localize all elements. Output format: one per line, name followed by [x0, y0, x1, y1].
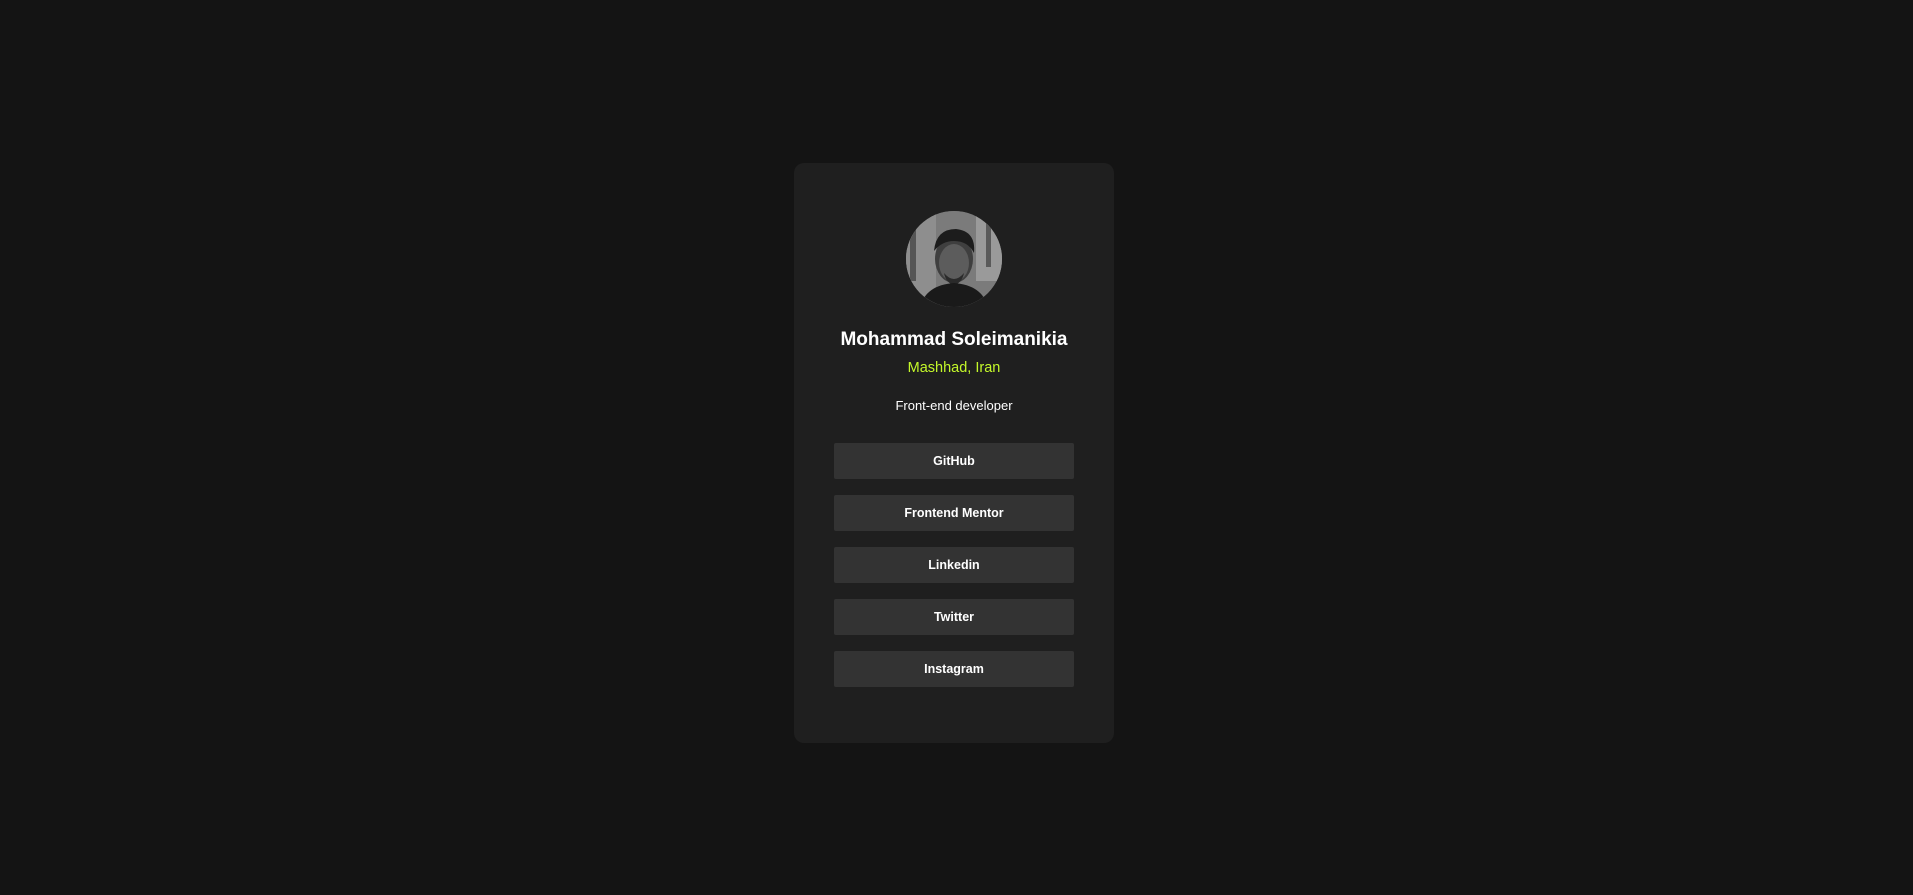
social-link-item: Instagram — [834, 651, 1074, 687]
social-link-item: Linkedin — [834, 547, 1074, 583]
social-link-item: Twitter — [834, 599, 1074, 635]
instagram-link-button[interactable]: Instagram — [834, 651, 1074, 687]
social-link-item: GitHub — [834, 443, 1074, 479]
social-links-list: GitHub Frontend Mentor Linkedin Twitter … — [834, 443, 1074, 703]
profile-card: Mohammad Soleimanikia Mashhad, Iran Fron… — [794, 163, 1114, 743]
social-link-item: Frontend Mentor — [834, 495, 1074, 531]
profile-name: Mohammad Soleimanikia — [840, 329, 1068, 350]
frontend-mentor-link-button[interactable]: Frontend Mentor — [834, 495, 1074, 531]
avatar-photo — [906, 211, 1002, 307]
avatar — [906, 211, 1002, 307]
profile-location: Mashhad, Iran — [907, 360, 1001, 376]
profile-bio: Front-end developer — [895, 398, 1013, 413]
linkedin-link-button[interactable]: Linkedin — [834, 547, 1074, 583]
github-link-button[interactable]: GitHub — [834, 443, 1074, 479]
twitter-link-button[interactable]: Twitter — [834, 599, 1074, 635]
